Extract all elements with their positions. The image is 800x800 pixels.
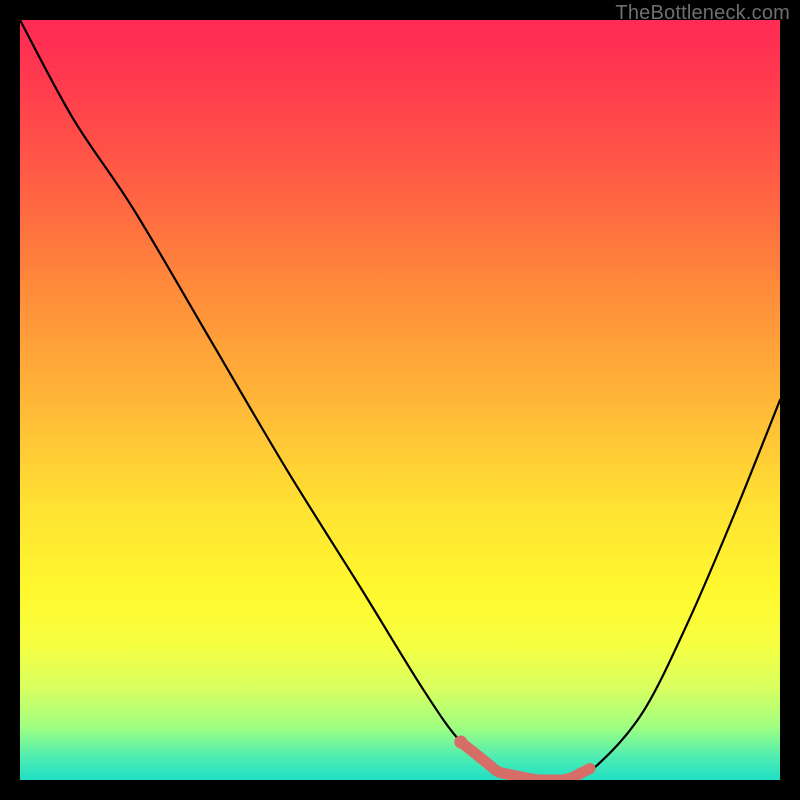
bottleneck-curve (20, 20, 780, 780)
curve-svg (20, 20, 780, 780)
highlight-start-dot (454, 736, 467, 749)
plot-area (20, 20, 780, 780)
chart-root: TheBottleneck.com (0, 0, 800, 800)
highlight-segment (461, 742, 590, 780)
